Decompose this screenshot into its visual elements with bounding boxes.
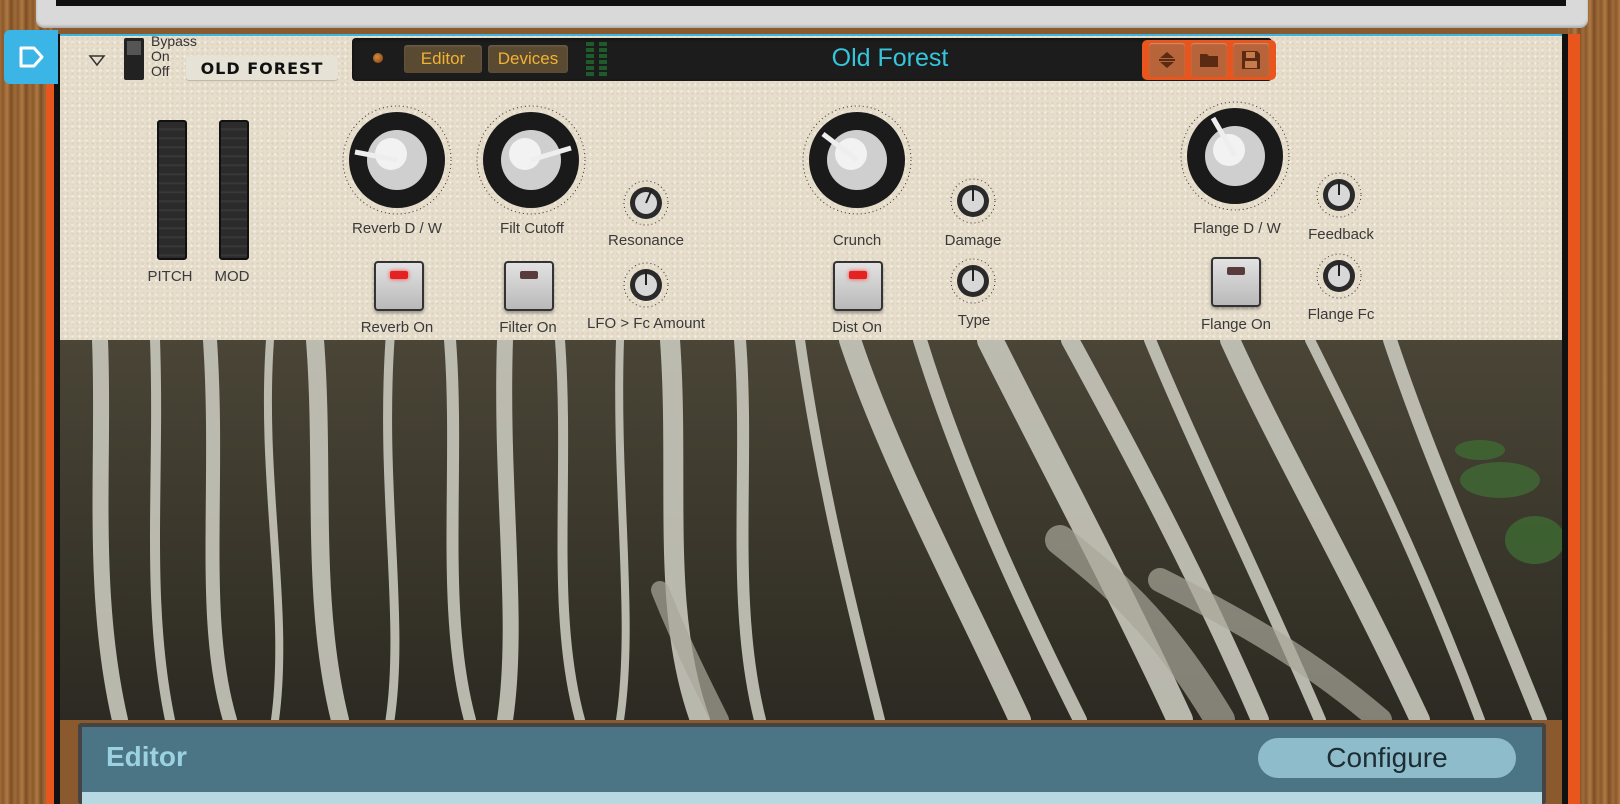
feedback-label: Feedback <box>1308 226 1374 243</box>
rack-top-frame <box>36 0 1588 28</box>
reverb-dw-label: Reverb D / W <box>351 220 443 237</box>
folder-icon <box>1200 54 1218 67</box>
flange-fc-knob[interactable] <box>1316 253 1362 299</box>
configure-button[interactable]: Configure <box>1258 738 1516 778</box>
collapse-arrow-icon[interactable] <box>88 53 106 67</box>
dist-on-led <box>849 271 867 279</box>
type-knob[interactable] <box>950 258 996 304</box>
filter-on-label: Filter On <box>499 319 557 336</box>
mod-wheel[interactable] <box>219 120 249 260</box>
flange-on-led <box>1227 267 1245 275</box>
editor-title: Editor <box>106 741 187 772</box>
fold-tab-icon <box>19 46 44 68</box>
lfo-fc-amount-label: LFO > Fc Amount <box>587 315 705 332</box>
flange-on-button[interactable] <box>1211 257 1261 307</box>
flange-dw-knob[interactable] <box>1179 100 1291 212</box>
type-label: Type <box>957 312 991 329</box>
damage-label: Damage <box>944 232 1002 249</box>
flange-fc-label: Flange Fc <box>1307 306 1375 323</box>
feedback-knob[interactable] <box>1316 172 1362 218</box>
rack-ear-right <box>1568 34 1580 804</box>
crunch-knob[interactable] <box>801 104 913 216</box>
resonance-knob[interactable] <box>623 180 669 226</box>
flange-dw-label: Flange D / W <box>1193 220 1281 237</box>
dist-on-button[interactable] <box>833 261 883 311</box>
filt-cutoff-label: Filt Cutoff <box>500 220 564 237</box>
devices-button[interactable]: Devices <box>488 45 568 73</box>
reverb-on-label: Reverb On <box>360 319 434 336</box>
dist-on-label: Dist On <box>831 319 883 336</box>
browse-patch-button[interactable] <box>1191 43 1227 77</box>
audio-meter <box>586 42 622 76</box>
lfo-fc-amount-knob[interactable] <box>623 262 669 308</box>
save-patch-button[interactable] <box>1233 43 1269 77</box>
rack-ear-left <box>46 34 54 804</box>
pitch-label: PITCH <box>147 268 193 285</box>
filt-cutoff-knob[interactable] <box>475 104 587 216</box>
patch-name[interactable]: Old Forest <box>700 44 1080 73</box>
bypass-label: Bypass <box>151 33 197 49</box>
save-icon <box>1242 51 1260 69</box>
patch-up-down-icon <box>1159 52 1175 68</box>
editor-button[interactable]: Editor <box>404 45 482 73</box>
resonance-label: Resonance <box>608 232 684 249</box>
fold-tab[interactable] <box>4 30 58 84</box>
reverb-dw-knob[interactable] <box>341 104 453 216</box>
patch-up-down-button[interactable] <box>1149 43 1185 77</box>
rack-rail-left <box>0 0 52 804</box>
damage-knob[interactable] <box>950 178 996 224</box>
crunch-label: Crunch <box>832 232 882 249</box>
activity-led <box>373 53 383 63</box>
bypass-switch[interactable] <box>124 38 144 80</box>
pitch-wheel[interactable] <box>157 120 187 260</box>
mod-label: MOD <box>214 268 250 285</box>
reverb-on-led <box>390 271 408 279</box>
patch-browse-group <box>1142 40 1276 80</box>
reverb-on-button[interactable] <box>374 261 424 311</box>
filter-on-button[interactable] <box>504 261 554 311</box>
rack-edge-right <box>1562 34 1568 804</box>
device-name-tape[interactable]: OLD FOREST <box>186 56 338 80</box>
editor-table-header <box>82 792 1542 804</box>
forest-roots-image <box>60 340 1562 720</box>
filter-on-led <box>520 271 538 279</box>
flange-on-label: Flange On <box>1200 316 1272 333</box>
